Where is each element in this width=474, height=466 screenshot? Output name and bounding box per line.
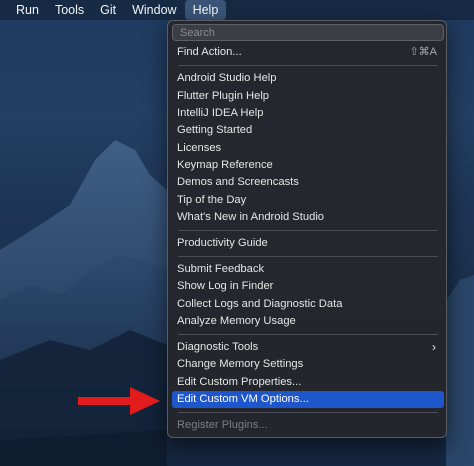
menu-search-input[interactable] xyxy=(172,24,444,41)
menubar-run[interactable]: Run xyxy=(0,0,47,20)
menubar-tools[interactable]: Tools xyxy=(47,0,92,20)
menubar-help[interactable]: Help xyxy=(184,0,227,20)
menu-item-demos-and-screencasts[interactable]: Demos and Screencasts xyxy=(172,174,444,191)
menu-item-edit-custom-properties[interactable]: Edit Custom Properties... xyxy=(172,374,444,391)
menu-separator xyxy=(178,256,438,257)
menu-item-register-plugins[interactable]: Register Plugins... xyxy=(172,417,444,434)
shortcut-label: ⇧⌘A xyxy=(409,46,437,58)
red-arrow-annotation-icon xyxy=(78,387,160,415)
menu-item-android-studio-help[interactable]: Android Studio Help xyxy=(172,70,444,87)
menu-item-whats-new[interactable]: What's New in Android Studio xyxy=(172,209,444,226)
menu-item-label: Find Action... xyxy=(177,46,242,58)
menu-item-tip-of-the-day[interactable]: Tip of the Day xyxy=(172,192,444,209)
menu-item-change-memory-settings[interactable]: Change Memory Settings xyxy=(172,356,444,373)
menu-item-find-action[interactable]: Find Action... ⇧⌘A xyxy=(172,44,444,61)
menu-item-licenses[interactable]: Licenses xyxy=(172,140,444,157)
menu-item-productivity-guide[interactable]: Productivity Guide xyxy=(172,235,444,252)
menu-item-show-log-in-finder[interactable]: Show Log in Finder xyxy=(172,278,444,295)
chevron-right-icon: › xyxy=(432,340,436,354)
menu-item-flutter-plugin-help[interactable]: Flutter Plugin Help xyxy=(172,88,444,105)
menu-item-edit-custom-vm-options[interactable]: Edit Custom VM Options... xyxy=(172,391,444,408)
menu-separator xyxy=(178,230,438,231)
menu-separator xyxy=(178,412,438,413)
menu-item-intellij-idea-help[interactable]: IntelliJ IDEA Help xyxy=(172,105,444,122)
help-menu-dropdown: Find Action... ⇧⌘A Android Studio Help F… xyxy=(167,20,447,438)
menu-item-submit-feedback[interactable]: Submit Feedback xyxy=(172,261,444,278)
menu-item-diagnostic-tools[interactable]: Diagnostic Tools › xyxy=(172,339,444,356)
menu-item-getting-started[interactable]: Getting Started xyxy=(172,122,444,139)
menu-item-collect-logs[interactable]: Collect Logs and Diagnostic Data xyxy=(172,296,444,313)
menu-separator xyxy=(178,334,438,335)
menu-item-analyze-memory-usage[interactable]: Analyze Memory Usage xyxy=(172,313,444,330)
menu-item-label: Diagnostic Tools xyxy=(177,341,259,353)
menu-bar: Run Tools Git Window Help xyxy=(0,0,474,20)
menu-item-keymap-reference[interactable]: Keymap Reference xyxy=(172,157,444,174)
menubar-git[interactable]: Git xyxy=(92,0,124,20)
menubar-window[interactable]: Window xyxy=(124,0,184,20)
menu-separator xyxy=(178,65,438,66)
